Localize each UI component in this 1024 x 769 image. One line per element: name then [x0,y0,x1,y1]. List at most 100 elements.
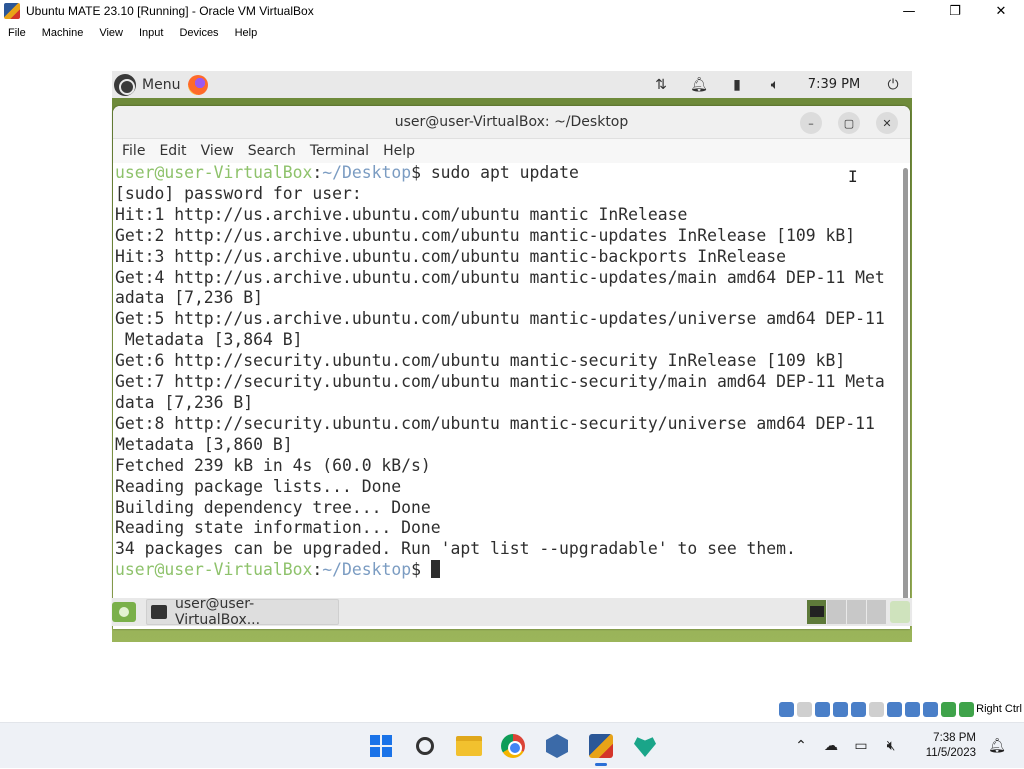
chrome-button[interactable] [498,731,528,761]
output-line: Fetched 239 kB in 4s (60.0 kB/s) [115,455,431,475]
taskbar-terminal-label: user@user-VirtualBox... [174,596,261,628]
term-menu-help[interactable]: Help [376,143,422,159]
output-line: Metadata [3,860 B] [115,434,293,454]
windows-logo-icon [370,735,392,757]
prompt-user: user@user-VirtualBox [115,163,313,182]
onedrive-icon[interactable]: ☁ [816,738,846,754]
output-line: Hit:1 http://us.archive.ubuntu.com/ubunt… [115,204,688,224]
virtualbox-manager-button[interactable] [542,731,572,761]
terminal-window: user@user-VirtualBox: ~/Desktop – ▢ ✕ Fi… [113,106,910,629]
windows-clock[interactable]: 7:38 PM 11/5/2023 [906,731,976,761]
command-text: sudo apt update [430,163,579,182]
term-menu-view[interactable]: View [194,143,241,159]
term-menu-edit[interactable]: Edit [152,143,193,159]
usb-icon[interactable] [851,702,866,717]
maximize-button[interactable]: ❐ [932,0,978,22]
mate-system-tray: ⇅ 🔔︎ ▮ 🔈︎ 7:39 PM ⏻ [642,71,912,98]
virtual-machine-window-button[interactable] [586,731,616,766]
prompt-symbol: $ [411,560,431,580]
display-icon[interactable] [887,702,902,717]
windows-system-tray: ⌃ ☁ ▭ 🔇︎ 7:38 PM 11/5/2023 🔔︎ [786,723,1012,769]
ubuntu-mate-logo-icon[interactable] [114,73,136,96]
shared-folders-icon[interactable] [869,702,884,717]
workspace-2[interactable] [826,600,846,624]
output-line: Hit:3 http://us.archive.ubuntu.com/ubunt… [115,246,787,266]
vb-menu-input[interactable]: Input [131,27,171,39]
show-desktop-button[interactable] [112,602,136,622]
vb-menu-help[interactable]: Help [227,27,266,39]
terminal-menubar: File Edit View Search Terminal Help [113,139,910,163]
mate-clock[interactable]: 7:39 PM [794,77,874,92]
output-line: adata [7,236 B] [115,288,264,308]
terminal-output[interactable]: user@user-VirtualBox:~/Desktop$ sudo apt… [113,163,900,629]
optical-drive-icon[interactable] [797,702,812,717]
output-line: Get:5 http://us.archive.ubuntu.com/ubunt… [115,309,885,329]
output-line: Get:7 http://security.ubuntu.com/ubuntu … [115,372,885,392]
current-prompt-line: user@user-VirtualBox:~/Desktop$ [115,560,900,581]
prompt-path: ~/Desktop [322,163,412,182]
windows-taskbar: ⌃ ☁ ▭ 🔇︎ 7:38 PM 11/5/2023 🔔︎ [0,722,1024,768]
mouse-ibeam-cursor-icon: I [848,167,858,186]
hard-disk-icon[interactable] [779,702,794,717]
network-adapter-icon[interactable] [833,702,848,717]
vb-menu-devices[interactable]: Devices [171,27,226,39]
terminal-minimize-button[interactable]: – [800,112,822,134]
cpu-icon[interactable] [923,702,938,717]
firefox-launcher-icon[interactable] [188,74,209,95]
heart-app-icon [634,737,656,757]
volume-icon[interactable]: 🔈︎ [756,77,794,93]
mate-menu-button[interactable]: Menu [142,77,180,93]
virtualbox-titlebar: Ubuntu MATE 23.10 [Running] - Oracle VM … [0,0,1024,22]
search-button[interactable] [410,731,440,761]
virtualbox-menubar: File Machine View Input Devices Help [0,22,1024,44]
clock-time: 7:38 PM [933,732,976,744]
workspace-switcher [806,600,886,624]
file-explorer-button[interactable] [454,731,484,761]
notification-bell-icon[interactable]: 🔔︎ [680,77,718,93]
output-line: Reading state information... Done [115,518,441,538]
network-icon[interactable]: ⇅ [642,77,680,93]
term-menu-file[interactable]: File [115,143,152,159]
folder-icon [456,736,482,756]
window-title: Ubuntu MATE 23.10 [Running] - Oracle VM … [26,4,314,18]
virtualbox-app-icon [4,3,20,19]
term-menu-terminal[interactable]: Terminal [303,143,376,159]
search-icon [416,737,434,755]
prompt-sep: : [312,163,323,182]
workspace-3[interactable] [846,600,866,624]
audio-icon[interactable] [815,702,830,717]
terminal-maximize-button[interactable]: ▢ [838,112,860,134]
power-icon[interactable]: ⏻ [874,77,912,93]
start-button[interactable] [366,731,396,761]
close-button[interactable]: ✕ [978,0,1024,22]
notification-bell-icon[interactable]: 🔔︎ [982,738,1012,754]
terminal-titlebar[interactable]: user@user-VirtualBox: ~/Desktop – ▢ ✕ [113,106,910,139]
host-key-label: Right Ctrl [976,703,1022,715]
terminal-close-button[interactable]: ✕ [876,112,898,134]
recording-icon[interactable] [905,702,920,717]
mouse-integration-icon[interactable] [941,702,956,717]
vm-window-icon [589,734,613,758]
text-cursor [430,560,440,579]
chevron-up-icon[interactable]: ⌃ [786,738,816,754]
trash-icon[interactable] [890,601,910,623]
prompt-symbol: $ [411,163,431,182]
vb-menu-machine[interactable]: Machine [34,27,92,39]
vb-menu-file[interactable]: File [0,27,34,39]
terminal-scrollbar[interactable] [903,168,908,623]
battery-icon[interactable]: ▮ [718,77,756,93]
terminal-icon [151,605,167,619]
workspace-4[interactable] [866,600,886,624]
keyboard-capture-icon[interactable] [959,702,974,717]
speaker-muted-icon[interactable]: 🔇︎ [876,738,906,754]
health-app-button[interactable] [630,731,660,761]
workspace-1[interactable] [806,600,826,624]
taskbar-terminal-button[interactable]: user@user-VirtualBox... [146,596,339,628]
virtualbox-icon [546,734,568,758]
output-line: data [7,236 B] [115,392,254,412]
term-menu-search[interactable]: Search [241,143,303,159]
minimize-button[interactable]: — [886,0,932,22]
command-line: user@user-VirtualBox:~/Desktop$ sudo apt… [115,163,900,184]
display-monitor-icon[interactable]: ▭ [846,738,876,754]
vb-menu-view[interactable]: View [91,27,131,39]
